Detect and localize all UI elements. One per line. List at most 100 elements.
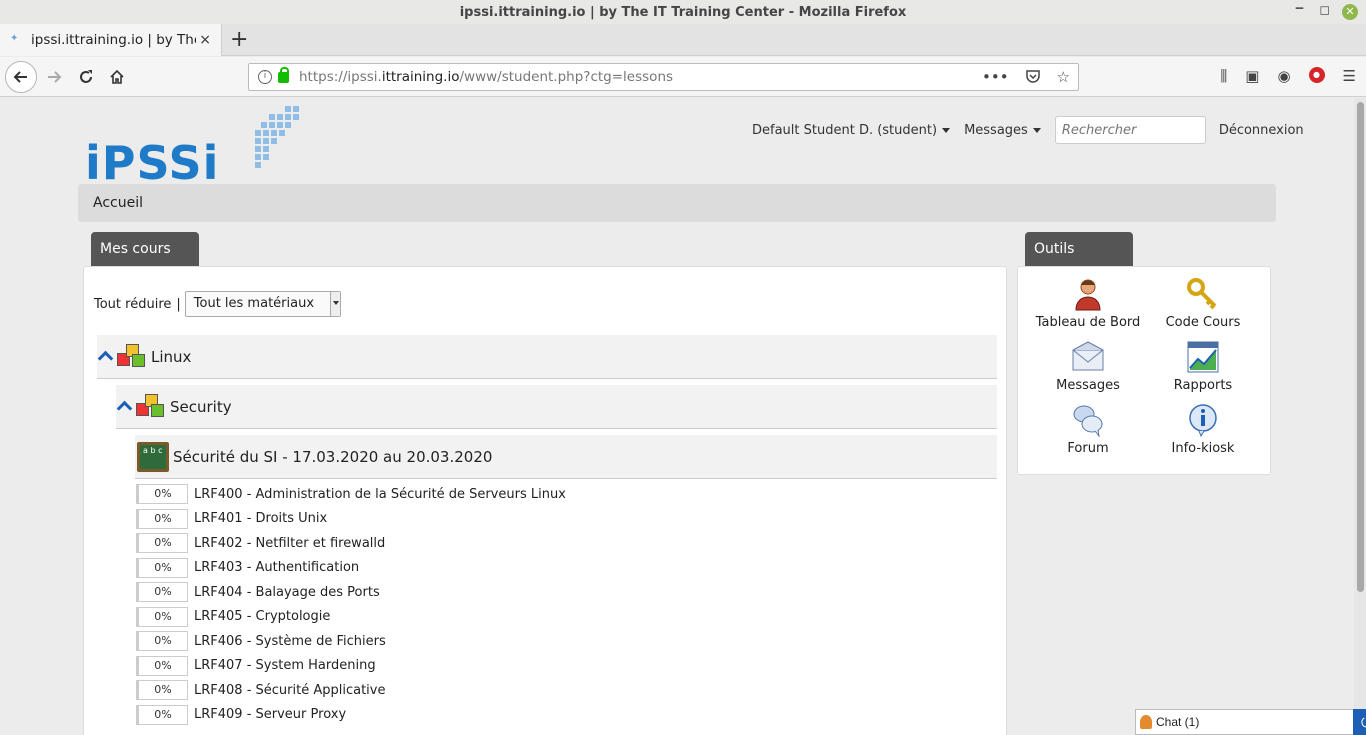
- window-titlebar: ipssi.ittraining.io | by The IT Training…: [0, 0, 1366, 24]
- lesson-link[interactable]: LRF409 - Serveur Proxy: [194, 707, 346, 722]
- search-input[interactable]: [1054, 116, 1206, 144]
- lesson-row[interactable]: 0% LRF405 - Cryptologie: [136, 605, 996, 630]
- tool-messages[interactable]: Messages: [1033, 340, 1143, 393]
- home-button[interactable]: [103, 63, 131, 91]
- lesson-link[interactable]: LRF400 - Administration de la Sécurité d…: [194, 487, 566, 502]
- caret-down-icon: [942, 127, 951, 133]
- browser-tab[interactable]: ✦ ipssi.ittraining.io | by The IT ×: [0, 24, 222, 56]
- tool-reports[interactable]: Rapports: [1148, 340, 1258, 393]
- sidebar-icon[interactable]: ▣: [1245, 67, 1259, 85]
- progress-indicator: 0%: [136, 557, 188, 578]
- maximize-icon[interactable]: ◻: [1319, 3, 1330, 18]
- course-session-title[interactable]: Sécurité du SI - 17.03.2020 au 20.03.202…: [173, 448, 492, 466]
- tab-strip: ✦ ipssi.ittraining.io | by The IT × +: [0, 24, 1366, 56]
- lesson-row[interactable]: 0% LRF404 - Balayage des Ports: [136, 580, 996, 605]
- chat-label[interactable]: Chat (1): [1156, 715, 1199, 729]
- new-tab-button[interactable]: +: [230, 27, 248, 52]
- lesson-link[interactable]: LRF407 - System Hardening: [194, 658, 376, 673]
- progress-indicator: 0%: [136, 606, 188, 627]
- library-icon[interactable]: ⫼: [1220, 67, 1227, 85]
- collapse-all-link[interactable]: Tout réduire: [94, 297, 171, 312]
- chat-user-icon: [1140, 715, 1152, 729]
- ipssi-logo[interactable]: iPSSi: [85, 106, 300, 190]
- url-bar[interactable]: i https://ipssi.ittraining.io/www/studen…: [248, 63, 1079, 91]
- page-viewport: iPSSi Default Student D. (student) Messa…: [0, 98, 1354, 735]
- messages-menu[interactable]: Messages: [964, 123, 1041, 138]
- chart-icon: [1186, 340, 1220, 374]
- materials-filter-select[interactable]: Tout les matériaux: [184, 291, 341, 317]
- info-icon: [1186, 403, 1220, 438]
- reload-button[interactable]: [72, 63, 100, 91]
- logo-dots-icon: [255, 106, 299, 168]
- page-actions-icon[interactable]: •••: [982, 68, 1009, 88]
- lesson-link[interactable]: LRF405 - Cryptologie: [194, 609, 330, 624]
- back-button[interactable]: [5, 61, 37, 93]
- site-info-icon[interactable]: i: [258, 70, 272, 84]
- page-scrollbar[interactable]: [1354, 98, 1366, 735]
- course-session-row[interactable]: a b c Sécurité du SI - 17.03.2020 au 20.…: [135, 435, 997, 479]
- tool-label[interactable]: Info-kiosk: [1172, 441, 1235, 456]
- lesson-row[interactable]: 0% LRF407 - System Hardening: [136, 654, 996, 679]
- filter-row: Tout réduire | Tout les matériaux: [94, 291, 341, 317]
- window-title: ipssi.ittraining.io | by The IT Training…: [459, 4, 907, 20]
- lesson-row[interactable]: 0% LRF400 - Administration de la Sécurité…: [136, 482, 996, 507]
- tool-forum[interactable]: Forum: [1033, 403, 1143, 456]
- pocket-icon[interactable]: [1025, 68, 1041, 88]
- logo-text: iPSSi: [85, 136, 220, 190]
- tool-label[interactable]: Messages: [1056, 378, 1120, 393]
- bookmark-star-icon[interactable]: ☆: [1057, 68, 1070, 88]
- courses-panel: Tout réduire | Tout les matériaux Linux …: [83, 266, 1007, 735]
- lesson-row[interactable]: 0% LRF402 - Netfilter et firewalld: [136, 531, 996, 556]
- courses-panel-title: Mes cours: [91, 232, 199, 266]
- lesson-link[interactable]: LRF402 - Netfilter et firewalld: [194, 536, 385, 551]
- site-favicon-icon: ✦: [10, 33, 19, 44]
- close-window-icon[interactable]: ✕: [1342, 4, 1358, 20]
- tab-title: ipssi.ittraining.io | by The IT: [31, 32, 196, 48]
- lesson-row[interactable]: 0% LRF409 - Serveur Proxy: [136, 703, 996, 728]
- category-row-security[interactable]: Security: [116, 385, 997, 429]
- menu-icon[interactable]: ☰: [1343, 67, 1356, 85]
- tools-panel: Tableau de Bord Code Cours Messages Rapp…: [1017, 266, 1271, 475]
- url-text[interactable]: https://ipssi.ittraining.io/www/student.…: [299, 69, 673, 85]
- lesson-row[interactable]: 0% LRF408 - Sécurité Applicative: [136, 678, 996, 703]
- category-name[interactable]: Security: [170, 398, 232, 416]
- lesson-row[interactable]: 0% LRF406 - Système de Fichiers: [136, 629, 996, 654]
- tab-close-icon[interactable]: ×: [199, 32, 211, 48]
- tool-course-code[interactable]: Code Cours: [1148, 277, 1258, 330]
- logout-link[interactable]: Déconnexion: [1219, 123, 1304, 138]
- breadcrumb-home[interactable]: Accueil: [93, 195, 143, 211]
- extension-icon[interactable]: ●: [1308, 67, 1325, 83]
- scrollbar-thumb[interactable]: [1357, 102, 1364, 592]
- arrow-right-icon: [48, 71, 62, 83]
- category-row-linux[interactable]: Linux: [97, 335, 997, 379]
- collapse-arrow-icon[interactable]: [99, 352, 113, 362]
- lesson-row[interactable]: 0% LRF401 - Droits Unix: [136, 507, 996, 532]
- user-menu[interactable]: Default Student D. (student): [752, 123, 951, 138]
- lesson-link[interactable]: LRF401 - Droits Unix: [194, 511, 327, 526]
- progress-indicator: 0%: [136, 533, 188, 554]
- tool-label[interactable]: Code Cours: [1166, 315, 1241, 330]
- lesson-link[interactable]: LRF408 - Sécurité Applicative: [194, 683, 385, 698]
- tool-label[interactable]: Tableau de Bord: [1036, 315, 1141, 330]
- lesson-row[interactable]: 0% LRF403 - Authentification: [136, 556, 996, 581]
- chat-bar[interactable]: Chat (1) ⏻: [1135, 709, 1366, 735]
- tool-info-kiosk[interactable]: Info-kiosk: [1148, 403, 1258, 456]
- top-navigation: Default Student D. (student) Messages Dé…: [752, 116, 1304, 144]
- lesson-link[interactable]: LRF404 - Balayage des Ports: [194, 585, 380, 600]
- collapse-arrow-icon[interactable]: [118, 402, 132, 412]
- caret-down-icon: [1032, 127, 1041, 133]
- progress-indicator: 0%: [136, 680, 188, 701]
- progress-indicator: 0%: [136, 631, 188, 652]
- tool-label[interactable]: Rapports: [1174, 378, 1232, 393]
- power-icon[interactable]: ⏻: [1353, 709, 1366, 735]
- lesson-link[interactable]: LRF403 - Authentification: [194, 560, 359, 575]
- minimize-icon[interactable]: ‒: [1295, 1, 1304, 16]
- select-arrow-icon: [329, 292, 340, 316]
- lesson-link[interactable]: LRF406 - Système de Fichiers: [194, 634, 386, 649]
- tool-label[interactable]: Forum: [1067, 441, 1108, 456]
- forward-button[interactable]: [40, 63, 68, 91]
- category-name[interactable]: Linux: [151, 348, 191, 366]
- lock-icon[interactable]: [278, 66, 289, 83]
- account-icon[interactable]: ◉: [1277, 67, 1290, 85]
- tool-dashboard[interactable]: Tableau de Bord: [1033, 277, 1143, 330]
